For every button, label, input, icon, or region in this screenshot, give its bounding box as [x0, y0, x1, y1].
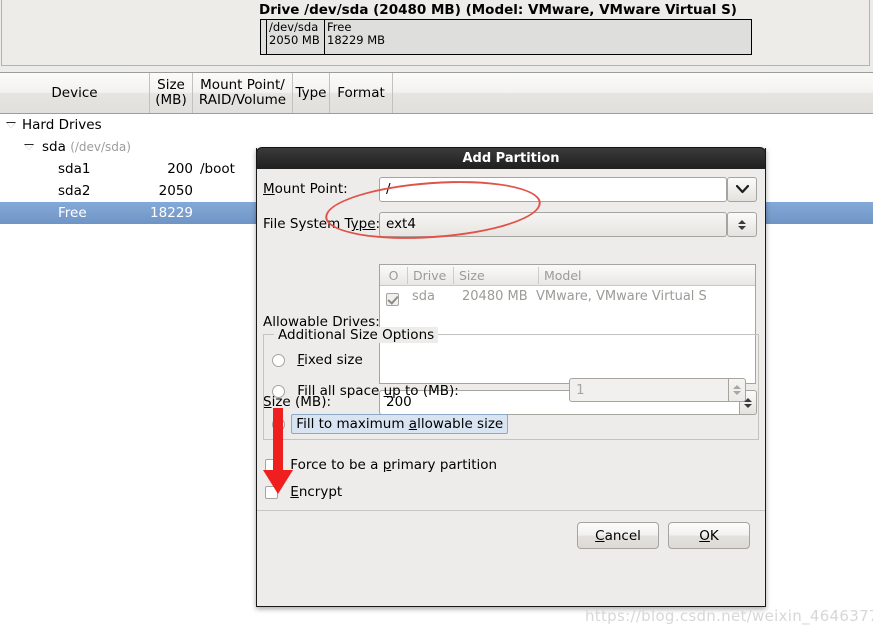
mount-point-label-rest: ount Point:: [274, 181, 348, 197]
force-primary-mnemonic: p: [382, 457, 392, 473]
radio-fill-maximum-focus: Fill to maximum allowable size: [291, 414, 509, 434]
drive-segment-size: 2050 MB: [269, 33, 320, 47]
drive-size: 20480 MB: [462, 289, 528, 304]
column-header-size[interactable]: Size (MB): [150, 73, 193, 113]
tree-size: 2050: [158, 183, 193, 199]
drive-segment-name: Free: [327, 20, 352, 34]
radio-selected-icon[interactable]: [272, 417, 285, 431]
radio-fill-maximum-label-c: llowable size: [417, 416, 504, 432]
radio-icon[interactable]: [272, 384, 285, 398]
filesystem-type-label: File System Type:: [263, 216, 380, 232]
drive-usage-bar[interactable]: /dev/sda 2050 MB Free 18229 MB: [260, 19, 752, 55]
drive-segment-free[interactable]: Free 18229 MB: [325, 20, 751, 54]
drives-column-check[interactable]: O: [380, 267, 408, 284]
drive-segment-sda[interactable]: /dev/sda 2050 MB: [267, 20, 325, 54]
mount-point-label: Mount Point:: [263, 181, 348, 197]
filesystem-type-select[interactable]: ext4: [379, 212, 727, 237]
checkbox-encrypt[interactable]: Encrypt: [265, 484, 342, 500]
radio-fixed-size[interactable]: Fixed size: [272, 352, 363, 368]
add-partition-dialog: Add Partition Mount Point: / File System…: [256, 147, 766, 607]
group-title: Additional Size Options: [274, 327, 439, 343]
cancel-button[interactable]: Cancel: [577, 522, 659, 549]
drive-segment-size: 18229 MB: [327, 33, 386, 47]
drives-column-size[interactable]: Size: [454, 267, 539, 284]
tree-size: 18229: [150, 205, 193, 221]
fill-up-to-input[interactable]: 1: [569, 378, 729, 402]
encrypt-label: ncrypt: [298, 484, 343, 500]
tree-label-detail: (/dev/sda): [70, 140, 131, 154]
drive-model: VMware, VMware Virtual S: [536, 289, 707, 304]
tree-label: sda (/dev/sda): [42, 136, 131, 158]
ok-button[interactable]: OK: [668, 522, 750, 549]
radio-fill-maximum[interactable]: Fill to maximum allowable size: [272, 414, 509, 434]
force-primary-label-c: rimary partition: [391, 457, 498, 473]
chevron-down-icon[interactable]: [738, 225, 746, 230]
watermark: https://blog.csdn.net/weixin_46463776: [585, 607, 873, 625]
list-item[interactable]: sda 20480 MB VMware, VMware Virtual S: [380, 286, 755, 308]
column-header-mount-line2: RAID/Volume: [198, 92, 287, 108]
mount-point-label-mnemonic: M: [263, 181, 275, 197]
checkbox-icon[interactable]: [265, 485, 278, 499]
radio-fill-maximum-label-a: Fill to maximum: [296, 416, 409, 432]
filesystem-label-mnemonic: ype: [350, 216, 376, 232]
drive-checkbox[interactable]: [386, 289, 399, 311]
radio-fixed-size-label: ixed size: [304, 352, 363, 368]
dialog-action-separator: [257, 510, 765, 511]
drives-column-drive[interactable]: Drive: [408, 267, 454, 284]
force-primary-label-a: Force to be a: [290, 457, 383, 473]
column-header-mount-line1: Mount Point/: [200, 77, 285, 93]
chevron-down-icon[interactable]: [733, 391, 741, 395]
chevron-up-icon[interactable]: [733, 385, 741, 389]
chevron-down-icon[interactable]: [24, 144, 34, 150]
ok-label: K: [709, 527, 719, 544]
drives-list-header: O Drive Size Model: [380, 265, 755, 286]
drive-title: Drive /dev/sda (20480 MB) (Model: VMware…: [259, 2, 737, 18]
radio-fill-up-to[interactable]: Fill all space up to (MB):: [272, 383, 459, 399]
chevron-down-icon: [735, 185, 749, 194]
radio-fill-maximum-mnemonic: a: [408, 416, 418, 432]
chevron-down-icon[interactable]: [6, 122, 16, 128]
tree-label: Free: [58, 205, 87, 221]
tree-size: 200: [167, 161, 193, 177]
encrypt-mnemonic: E: [290, 484, 299, 500]
ok-mnemonic: O: [699, 527, 710, 544]
radio-fill-up-to-label-c: p to (MB):: [392, 383, 459, 399]
checkbox-force-primary[interactable]: Force to be a primary partition: [265, 457, 497, 473]
column-header-device[interactable]: Device: [0, 73, 150, 113]
mount-point-input[interactable]: /: [379, 177, 727, 202]
tree-label: Hard Drives: [22, 117, 102, 133]
filesystem-type-stepper[interactable]: [727, 212, 757, 237]
chevron-up-icon[interactable]: [738, 219, 746, 224]
tree-label: sda1: [58, 161, 91, 177]
tree-label-text: sda: [42, 139, 66, 155]
tree-label: sda2: [58, 183, 91, 199]
dialog-titlebar[interactable]: Add Partition: [256, 147, 766, 169]
checkbox-checked-icon: [386, 293, 399, 306]
partition-table-header: Device Size (MB) Mount Point/ RAID/Volum…: [0, 72, 873, 114]
radio-fill-up-to-mnemonic: u: [383, 383, 393, 399]
column-header-filler: [393, 73, 873, 113]
drives-column-model[interactable]: Model: [539, 267, 755, 284]
tree-mountpoint: /boot: [200, 161, 235, 177]
column-header-mountpoint[interactable]: Mount Point/ RAID/Volume: [193, 73, 293, 113]
column-header-size-line2: (MB): [155, 92, 187, 108]
radio-icon[interactable]: [272, 353, 285, 367]
filesystem-label-a: File System T: [263, 216, 351, 232]
drive-name: sda: [412, 289, 435, 304]
cancel-mnemonic: C: [595, 527, 605, 544]
drive-summary-panel: Drive /dev/sda (20480 MB) (Model: VMware…: [1, 0, 870, 66]
dialog-title: Add Partition: [462, 151, 560, 166]
cancel-label: ancel: [604, 527, 641, 544]
column-header-type[interactable]: Type: [293, 73, 330, 113]
mount-point-dropdown-button[interactable]: [727, 177, 757, 202]
screen: Drive /dev/sda (20480 MB) (Model: VMware…: [0, 0, 873, 636]
table-row[interactable]: Hard Drives: [0, 114, 873, 136]
column-header-size-line1: Size: [157, 77, 185, 93]
checkbox-icon[interactable]: [265, 458, 278, 472]
dialog-body: Mount Point: / File System Type: ext4 Al…: [257, 169, 765, 605]
additional-size-options-group: Additional Size Options Fixed size Fill …: [263, 327, 759, 440]
radio-fill-up-to-label-a: Fill all space: [297, 383, 384, 399]
fill-up-to-stepper[interactable]: [729, 378, 746, 402]
column-header-format[interactable]: Format: [330, 73, 393, 113]
